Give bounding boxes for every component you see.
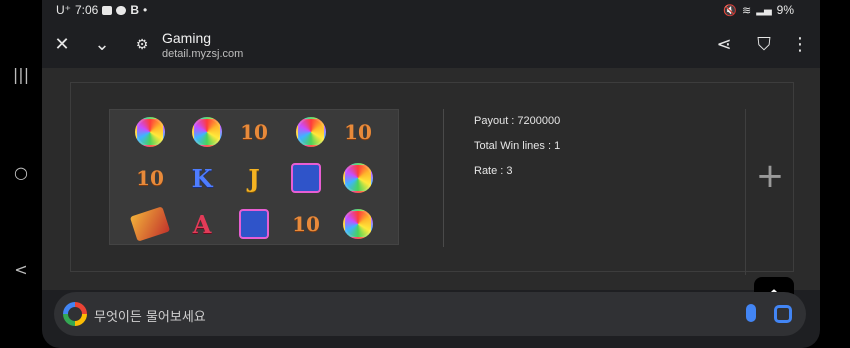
title-block: Gaming detail.myzsj.com (162, 29, 243, 62)
page-url: detail.myzsj.com (162, 48, 244, 60)
j-symbol: J (248, 163, 260, 193)
chocolate-symbol (129, 204, 171, 244)
wifi-icon: ≋ (742, 3, 752, 17)
gallery-icon (102, 5, 113, 15)
cloud-icon (116, 5, 127, 15)
back-button[interactable]: < (6, 255, 36, 285)
chevron-down-icon[interactable]: ⌄ (88, 31, 116, 59)
signal-icon: ▂▄ (756, 4, 772, 16)
system-nav-bar: ||| ○ < (0, 0, 42, 348)
lens-icon[interactable] (774, 305, 792, 323)
gem-symbol (286, 158, 326, 198)
battery-label: 9% (776, 3, 794, 17)
column-divider (745, 109, 746, 275)
search-placeholder[interactable]: 무엇이든 물어보세요 (94, 306, 206, 325)
site-settings-icon[interactable]: ⚙ (128, 31, 156, 59)
gem-symbol (234, 204, 274, 244)
google-logo-icon (63, 302, 87, 326)
mute-icon: 🔇 (723, 3, 738, 17)
lollipop-symbol (187, 112, 227, 152)
win-lines-text: Total Win lines : 1 (474, 140, 561, 152)
clock: 7:06 (75, 3, 99, 17)
expand-plus-icon[interactable]: + (755, 159, 785, 193)
ten-symbol: 10 (136, 166, 164, 190)
google-search-bar[interactable]: 무엇이든 물어보세요 (54, 292, 806, 336)
page-title: Gaming (162, 30, 212, 46)
lollipop-symbol (338, 204, 378, 244)
result-panel: 10 10 10 K J A 10 Payout : 7200000 Total… (70, 82, 794, 275)
lollipop-symbol (338, 158, 378, 198)
b-app-icon: B (130, 3, 140, 17)
more-options-icon[interactable]: ⋮ (786, 31, 814, 59)
microphone-icon[interactable] (746, 304, 756, 322)
a-symbol: A (192, 209, 212, 239)
lollipop-symbol (130, 112, 170, 152)
slot-reels: 10 10 10 K J A 10 (109, 109, 399, 245)
ten-symbol: 10 (240, 120, 268, 144)
bookmark-icon[interactable]: ⛉ (750, 31, 778, 59)
lollipop-symbol (291, 112, 331, 152)
custom-tab-toolbar: ✕ ⌄ ⚙ Gaming detail.myzsj.com ⋖ ⛉ ⋮ (42, 22, 820, 68)
share-icon[interactable]: ⋖ (710, 31, 738, 59)
result-info: Payout : 7200000 Total Win lines : 1 Rat… (474, 115, 560, 190)
recent-apps-button[interactable]: ||| (6, 60, 36, 90)
browser-window: U⁺ 7:06 B • 🔇 ≋ ▂▄ 9% ✕ ⌄ ⚙ Gaming detai… (42, 0, 820, 348)
divider (443, 109, 444, 247)
home-button[interactable]: ○ (6, 158, 36, 188)
ten-symbol: 10 (344, 120, 372, 144)
k-symbol: K (191, 163, 213, 193)
close-icon[interactable]: ✕ (48, 31, 76, 59)
ten-symbol: 10 (292, 212, 320, 236)
rate-text: Rate : 3 (474, 165, 513, 177)
dot-icon: • (143, 3, 148, 17)
page-content: 10 10 10 K J A 10 Payout : 7200000 Total… (42, 68, 820, 317)
payout-text: Payout : 7200000 (474, 115, 561, 127)
status-bar: U⁺ 7:06 B • 🔇 ≋ ▂▄ 9% (42, 0, 820, 22)
carrier-label: U⁺ (56, 3, 71, 17)
